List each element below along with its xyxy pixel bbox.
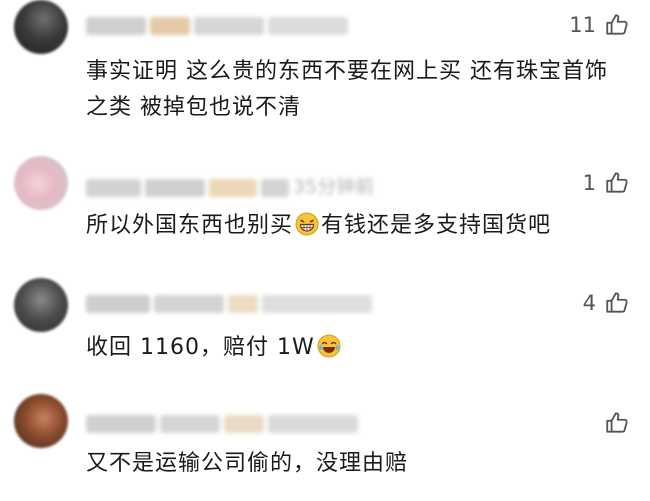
comment-meta: 35分钟前 bbox=[86, 172, 374, 198]
comment-meta bbox=[86, 14, 352, 36]
comment-time: 35分钟前 bbox=[293, 176, 375, 198]
comment-text: 事实证明 这么贵的东西不要在网上买 还有珠宝首饰之类 被掉包也说不清 bbox=[86, 59, 608, 120]
avatar[interactable] bbox=[14, 0, 68, 54]
thumbs-up-icon bbox=[604, 12, 630, 38]
comment-text: 收回 1160，赔付 1W bbox=[86, 330, 626, 366]
thumbs-up-icon bbox=[604, 170, 630, 196]
like-button[interactable]: 4 bbox=[583, 290, 630, 316]
like-count: 1 bbox=[582, 171, 596, 195]
comment-text: 又不是运输公司偷的，没理由赔 bbox=[86, 451, 409, 476]
like-button[interactable]: 11 bbox=[569, 12, 630, 38]
avatar[interactable] bbox=[14, 156, 68, 210]
comment-text: 所以外国东西也别买 有钱还是多支持国货吧 bbox=[86, 212, 552, 238]
comment-meta bbox=[86, 292, 376, 314]
avatar[interactable] bbox=[14, 394, 68, 448]
like-button[interactable] bbox=[596, 410, 630, 436]
like-count: 11 bbox=[569, 13, 596, 37]
comment-meta bbox=[86, 412, 362, 434]
grin-emoji-icon bbox=[295, 212, 319, 236]
thumbs-up-icon bbox=[604, 410, 630, 436]
like-count: 4 bbox=[582, 291, 596, 315]
avatar[interactable] bbox=[14, 278, 68, 332]
laugh-cry-emoji-icon bbox=[317, 334, 341, 358]
thumbs-up-icon bbox=[604, 290, 630, 316]
like-button[interactable]: 1 bbox=[583, 170, 630, 196]
